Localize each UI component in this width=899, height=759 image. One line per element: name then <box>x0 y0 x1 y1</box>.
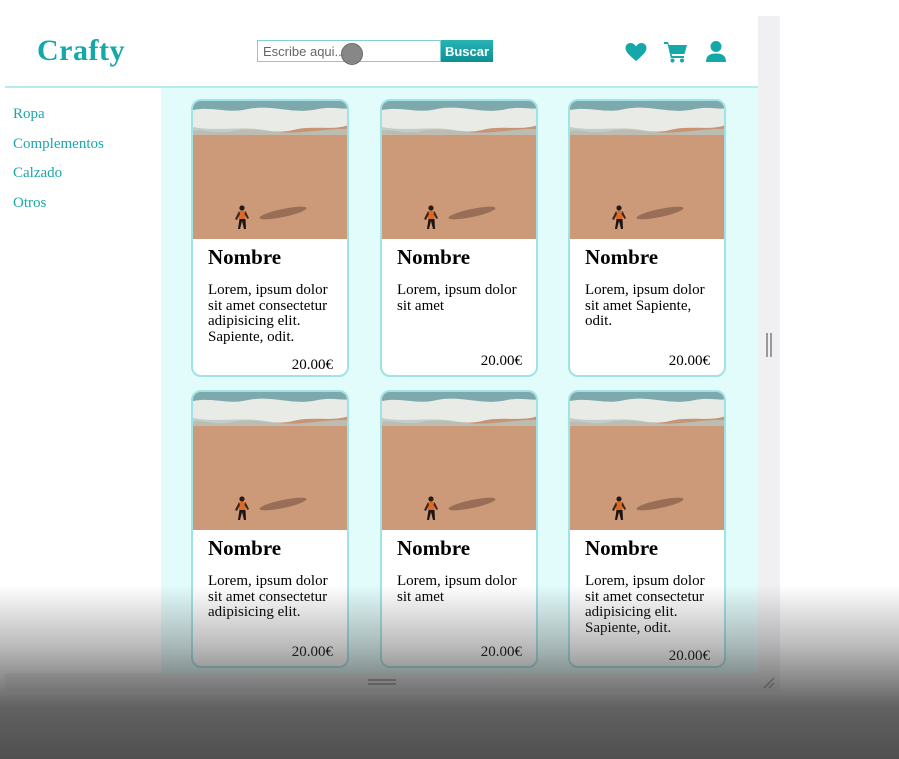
product-card[interactable]: Nombre Lorem, ipsum dolor sit amet Sapie… <box>568 99 726 377</box>
sidebar-item-complementos[interactable]: Complementos <box>13 134 161 164</box>
product-description: Lorem, ipsum dolor sit amet Sapiente, od… <box>585 282 705 330</box>
product-name: Nombre <box>585 245 659 269</box>
product-description: Lorem, ipsum dolor sit amet consectetur … <box>208 282 328 345</box>
product-image[interactable] <box>570 101 726 239</box>
product-price: 20.00€ <box>668 648 710 664</box>
site-header: Crafty Buscar <box>5 16 758 88</box>
product-price: 20.00€ <box>480 353 522 369</box>
product-description: Lorem, ipsum dolor sit amet <box>397 573 517 605</box>
browser-viewport: Crafty Buscar Ropa Complementos Calzado … <box>5 16 758 673</box>
product-price: 20.00€ <box>291 644 333 660</box>
heart-icon[interactable] <box>623 40 649 64</box>
product-image[interactable] <box>382 392 538 530</box>
product-name: Nombre <box>208 245 282 269</box>
category-sidebar: Ropa Complementos Calzado Otros <box>5 88 161 673</box>
horizontal-resize-handle[interactable] <box>368 679 396 685</box>
header-actions <box>623 40 729 64</box>
mouse-cursor-indicator <box>341 43 363 65</box>
product-card[interactable]: Nombre Lorem, ipsum dolor sit amet conse… <box>191 99 349 377</box>
resize-grip-icon[interactable] <box>762 676 776 690</box>
product-image[interactable] <box>193 392 349 530</box>
product-price: 20.00€ <box>480 644 522 660</box>
sidebar-item-otros[interactable]: Otros <box>13 193 161 223</box>
product-name: Nombre <box>208 536 282 560</box>
product-name: Nombre <box>397 245 471 269</box>
product-card[interactable]: Nombre Lorem, ipsum dolor sit amet 20.00… <box>380 99 538 377</box>
search-button[interactable]: Buscar <box>441 40 493 62</box>
product-price: 20.00€ <box>668 353 710 369</box>
product-card[interactable]: Nombre Lorem, ipsum dolor sit amet 20.00… <box>380 390 538 668</box>
product-name: Nombre <box>585 536 659 560</box>
sidebar-item-calzado[interactable]: Calzado <box>13 163 161 193</box>
product-image[interactable] <box>193 101 349 239</box>
product-name: Nombre <box>397 536 471 560</box>
product-price: 20.00€ <box>291 357 333 373</box>
product-card[interactable]: Nombre Lorem, ipsum dolor sit amet conse… <box>191 390 349 668</box>
product-image[interactable] <box>570 392 726 530</box>
search-bar: Buscar <box>257 40 493 62</box>
product-description: Lorem, ipsum dolor sit amet consectetur … <box>585 573 705 636</box>
sidebar-item-ropa[interactable]: Ropa <box>13 104 161 134</box>
product-description: Lorem, ipsum dolor sit amet <box>397 282 517 314</box>
product-grid: Nombre Lorem, ipsum dolor sit amet conse… <box>161 88 758 673</box>
product-image[interactable] <box>382 101 538 239</box>
cart-icon[interactable] <box>663 40 689 64</box>
user-icon[interactable] <box>703 40 729 64</box>
site-logo[interactable]: Crafty <box>37 34 125 68</box>
product-card[interactable]: Nombre Lorem, ipsum dolor sit amet conse… <box>568 390 726 668</box>
product-description: Lorem, ipsum dolor sit amet consectetur … <box>208 573 328 621</box>
vertical-resize-handle[interactable] <box>766 333 772 357</box>
